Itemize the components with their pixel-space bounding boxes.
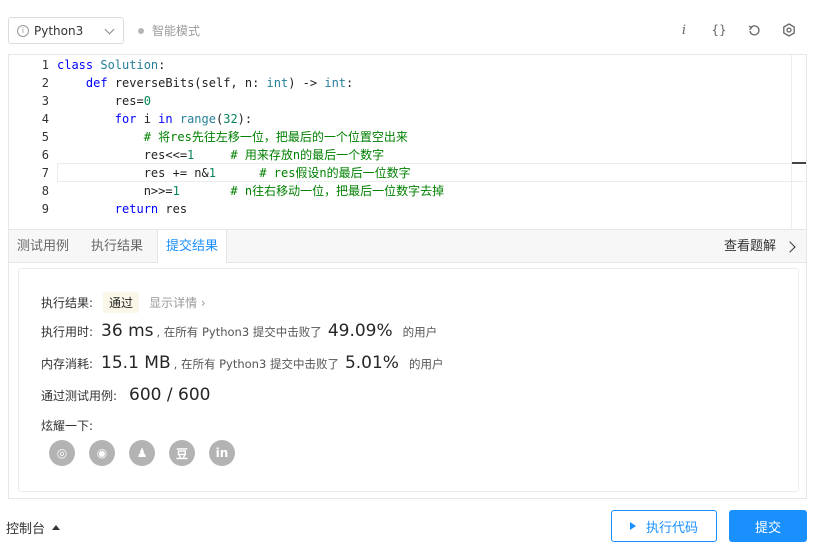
console-toggle[interactable]: 控制台	[6, 518, 61, 537]
share-label: 炫耀一下:	[41, 419, 94, 433]
info-icon[interactable]: i	[674, 20, 694, 40]
douban-icon[interactable]: 豆	[169, 440, 195, 466]
linkedin-icon[interactable]: in	[209, 440, 235, 466]
line-number: 5	[41, 130, 49, 144]
code-line[interactable]: res=0	[57, 92, 151, 110]
view-solution-link[interactable]: 查看题解	[724, 230, 798, 263]
memory-users-text: 的用户	[408, 357, 444, 371]
runtime-percentile: 49.09%	[327, 321, 393, 341]
language-select[interactable]: i Python3	[8, 17, 124, 44]
memory-percentile: 5.01%	[344, 353, 399, 373]
tests-label: 通过测试用例:	[41, 389, 118, 403]
code-editor[interactable]: 1 2 3 4 5 6 7 8 9 class Solution: def re…	[8, 54, 807, 229]
caret-up-icon	[52, 525, 61, 530]
tests-value: 600 / 600	[129, 385, 211, 405]
chevron-down-icon	[104, 24, 115, 35]
code-line[interactable]: return res	[57, 200, 187, 218]
result-tabs: 测试用例 执行结果 提交结果 查看题解	[8, 229, 807, 263]
qq-icon[interactable]: ♟	[129, 440, 155, 466]
line-number: 6	[41, 148, 49, 162]
submit-button[interactable]: 提交	[729, 510, 807, 542]
submit-result-panel: 执行结果: 通过 显示详情 › 执行用时: 36 ms , 在所有 Python…	[8, 263, 807, 499]
play-icon	[629, 522, 636, 530]
braces-icon[interactable]: {}	[709, 20, 729, 40]
code-line[interactable]: res += n&1 # res假设n的最后一位数字	[57, 164, 411, 182]
line-number: 9	[41, 202, 49, 216]
run-code-button[interactable]: 执行代码	[611, 510, 717, 542]
reset-icon[interactable]	[744, 20, 764, 40]
scroll-cursor-marker	[792, 162, 806, 164]
smart-mode-toggle[interactable]: 智能模式	[138, 22, 200, 39]
tests-row: 通过测试用例: 600 / 600	[41, 385, 213, 405]
runtime-text: , 在所有 Python3 提交中击败了	[156, 325, 322, 339]
line-number: 7	[41, 166, 49, 180]
share-icons: ◎ ◉ ♟ 豆 in	[49, 440, 249, 466]
line-number-gutter: 1 2 3 4 5 6 7 8 9	[9, 55, 49, 229]
share-label-row: 炫耀一下:	[41, 417, 93, 434]
status-badge: 通过	[103, 292, 140, 313]
mode-dot-icon	[138, 27, 144, 34]
status-label: 执行结果:	[41, 296, 94, 310]
line-number: 2	[41, 76, 49, 90]
runtime-users-text: 的用户	[402, 325, 438, 339]
wechat-icon[interactable]: ◎	[49, 440, 75, 466]
memory-row: 内存消耗: 15.1 MB , 在所有 Python3 提交中击败了 5.01%…	[41, 353, 443, 373]
memory-label: 内存消耗:	[41, 357, 94, 371]
code-line[interactable]: # 将res先往左移一位，把最后的一个位置空出来	[57, 128, 408, 146]
settings-icon[interactable]	[779, 20, 799, 40]
code-line[interactable]: class Solution:	[57, 56, 165, 74]
status-row: 执行结果: 通过 显示详情 ›	[41, 292, 206, 313]
code-line[interactable]: for i in range(32):	[57, 110, 252, 128]
run-code-label: 执行代码	[645, 520, 698, 536]
console-label: 控制台	[6, 522, 46, 537]
code-line[interactable]: def reverseBits(self, n: int) -> int:	[57, 74, 353, 92]
tab-run-result[interactable]: 执行结果	[91, 230, 143, 263]
runtime-value: 36 ms	[101, 321, 154, 341]
memory-text: , 在所有 Python3 提交中击败了	[173, 357, 339, 371]
language-label: Python3	[34, 23, 84, 38]
line-number: 8	[41, 184, 49, 198]
view-solution-label: 查看题解	[723, 239, 776, 254]
editor-toolbar: i Python3 智能模式 i {}	[0, 0, 818, 54]
tab-test-case[interactable]: 测试用例	[17, 230, 69, 263]
result-card: 执行结果: 通过 显示详情 › 执行用时: 36 ms , 在所有 Python…	[18, 268, 799, 492]
line-number: 3	[41, 94, 49, 108]
code-line[interactable]: n>>=1 # n往右移动一位，把最后一位数字去掉	[57, 182, 444, 200]
memory-value: 15.1 MB	[101, 353, 171, 373]
code-line[interactable]: res<<=1 # 用来存放n的最后一个数字	[57, 146, 384, 164]
line-number: 1	[41, 58, 49, 72]
runtime-label: 执行用时:	[41, 325, 94, 339]
chevron-right-icon	[784, 240, 796, 253]
info-circle-icon: i	[17, 24, 29, 37]
weibo-icon[interactable]: ◉	[89, 440, 115, 466]
editor-scrollbar[interactable]	[791, 55, 792, 229]
show-details-link[interactable]: 显示详情 ›	[149, 294, 206, 311]
runtime-row: 执行用时: 36 ms , 在所有 Python3 提交中击败了 49.09% …	[41, 321, 437, 341]
tab-submit-result[interactable]: 提交结果	[157, 230, 228, 263]
mode-label: 智能模式	[152, 24, 201, 38]
line-number: 4	[41, 112, 49, 126]
